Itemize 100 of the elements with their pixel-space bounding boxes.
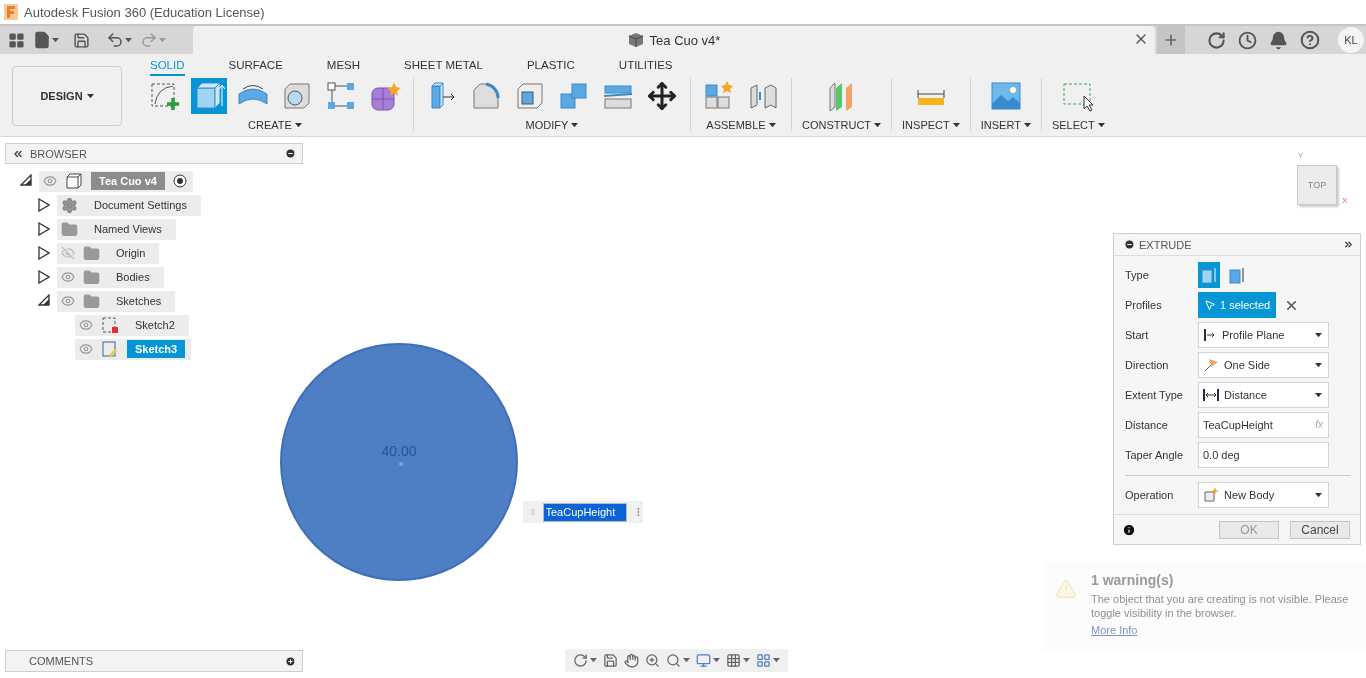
- expand-toggle[interactable]: [38, 198, 50, 212]
- extrude-icon: [193, 80, 225, 112]
- axis-label: Y: [1298, 151, 1304, 160]
- caret-icon: [1097, 122, 1105, 128]
- group-menu[interactable]: SELECT: [1051, 119, 1105, 131]
- sketch-icon: [149, 80, 181, 112]
- caret-icon: [125, 37, 132, 43]
- expand-toggle[interactable]: [38, 246, 50, 260]
- toolbar-tab[interactable]: MESH: [326, 59, 361, 76]
- sketch-lock-icon: [101, 316, 119, 334]
- combine-icon: [558, 80, 590, 112]
- cancel-button[interactable]: Cancel: [1290, 520, 1350, 539]
- group-menu[interactable]: INSPECT: [902, 119, 960, 131]
- group-menu[interactable]: MODIFY: [525, 119, 579, 131]
- browser-node[interactable]: Named Views: [57, 218, 176, 240]
- sketch-pencil-icon: [101, 340, 119, 358]
- workspace-button[interactable]: DESIGN: [12, 66, 122, 126]
- fit-button[interactable]: [666, 653, 690, 668]
- group-menu[interactable]: CONSTRUCT: [802, 119, 882, 131]
- flag-icon: [1203, 357, 1219, 373]
- caret-icon: [683, 658, 690, 663]
- shell-icon: [514, 80, 546, 112]
- grip-icon: [529, 507, 537, 517]
- field-label: Profiles: [1125, 299, 1163, 311]
- activate-radio-icon[interactable]: [172, 174, 187, 188]
- move-icon: [647, 81, 677, 111]
- field-label: Distance: [1125, 419, 1169, 431]
- node-label: Sketches: [115, 294, 163, 309]
- group-menu[interactable]: INSERT: [980, 119, 1031, 131]
- window-title: Autodesk Fusion 360 (Education License): [24, 4, 265, 20]
- browser-node[interactable]: Bodies: [57, 266, 164, 288]
- node-label: Bodies: [115, 270, 151, 285]
- zoom-button[interactable]: [645, 653, 660, 668]
- pan-button[interactable]: [624, 653, 639, 668]
- collapse-toggle[interactable]: [20, 174, 32, 188]
- clock-icon[interactable]: [1238, 30, 1257, 50]
- info-icon[interactable]: [1122, 522, 1136, 537]
- gear-icon: [61, 196, 78, 214]
- browser-node[interactable]: Document Settings: [57, 194, 201, 216]
- dropdown[interactable]: One Side: [1198, 352, 1329, 378]
- center-point: [399, 462, 403, 466]
- dropdown[interactable]: Profile Plane: [1198, 322, 1329, 348]
- form-icon: [369, 80, 401, 112]
- collapse-toggle[interactable]: [38, 294, 50, 308]
- node-label: Sketch2: [134, 318, 176, 333]
- expand-toggle[interactable]: [38, 270, 50, 284]
- viewports-button[interactable]: [756, 653, 780, 668]
- hole-icon: [281, 80, 313, 112]
- notifications-icon[interactable]: [1269, 30, 1288, 50]
- help-icon[interactable]: [1300, 30, 1320, 50]
- warning-message: The object that you are creating is not visible. Please toggle visibility in the browser.: [1091, 592, 1350, 620]
- orbit-button[interactable]: [573, 653, 597, 668]
- document-tab[interactable]: Tea Cuo v4*: [193, 26, 1155, 54]
- group-menu[interactable]: CREATE: [248, 119, 302, 131]
- add-comment-icon[interactable]: [285, 655, 296, 667]
- toolbar-tab[interactable]: SURFACE: [228, 59, 283, 76]
- display-button[interactable]: [696, 653, 720, 668]
- expand-panel-icon[interactable]: [1343, 239, 1354, 250]
- toolbar-tab[interactable]: UTILITIES: [618, 59, 673, 76]
- new-tab-button[interactable]: [1157, 26, 1185, 54]
- look-at-button[interactable]: [603, 653, 618, 668]
- field-label: Direction: [1125, 359, 1170, 371]
- user-avatar[interactable]: KL: [1338, 27, 1364, 53]
- minimize-icon[interactable]: [1124, 239, 1135, 250]
- minimize-icon[interactable]: [285, 148, 296, 159]
- app-logo-icon: [4, 4, 18, 20]
- undo-icon: [106, 31, 124, 49]
- toolbar-tab[interactable]: PLASTIC: [526, 59, 575, 76]
- field-label: Taper Angle: [1125, 449, 1185, 461]
- pointer-icon: [1204, 299, 1216, 311]
- browser-node[interactable]: Sketches: [57, 290, 176, 312]
- caret-icon: [773, 658, 780, 663]
- caret-icon: [952, 122, 960, 128]
- browser-node[interactable]: Sketch2: [75, 314, 189, 336]
- grid-button[interactable]: [726, 653, 750, 668]
- field-label: Extent Type: [1125, 389, 1184, 401]
- folder-icon: [83, 244, 100, 262]
- warning-title: 1 warning(s): [1091, 572, 1175, 588]
- redo-icon: [140, 31, 158, 49]
- fillet-icon: [470, 80, 502, 112]
- caret-icon: [874, 122, 882, 128]
- distance-input[interactable]: TeaCupHeight: [542, 502, 627, 522]
- fx-label: fx: [1315, 419, 1323, 430]
- angle-field[interactable]: 0.0 deg: [1198, 442, 1329, 468]
- group-menu[interactable]: ASSEMBLE: [706, 119, 776, 131]
- caret-icon: [1315, 362, 1322, 368]
- browser-node[interactable]: Origin: [57, 242, 160, 264]
- caret-icon: [590, 658, 597, 663]
- expand-toggle[interactable]: [38, 222, 50, 236]
- field-label: Type: [1125, 269, 1150, 281]
- dropdown[interactable]: New Body: [1198, 482, 1329, 508]
- caret-icon: [1023, 122, 1031, 128]
- caret-icon: [768, 122, 776, 128]
- panel-title: EXTRUDE: [1139, 238, 1193, 251]
- toolbar-tab[interactable]: SHEET METAL: [404, 59, 483, 76]
- dropdown[interactable]: Distance: [1198, 382, 1329, 408]
- file-icon: [33, 31, 51, 49]
- document-title: Tea Cuo v4*: [649, 32, 721, 48]
- caret-icon: [1315, 392, 1322, 398]
- caret-icon: [159, 37, 166, 43]
